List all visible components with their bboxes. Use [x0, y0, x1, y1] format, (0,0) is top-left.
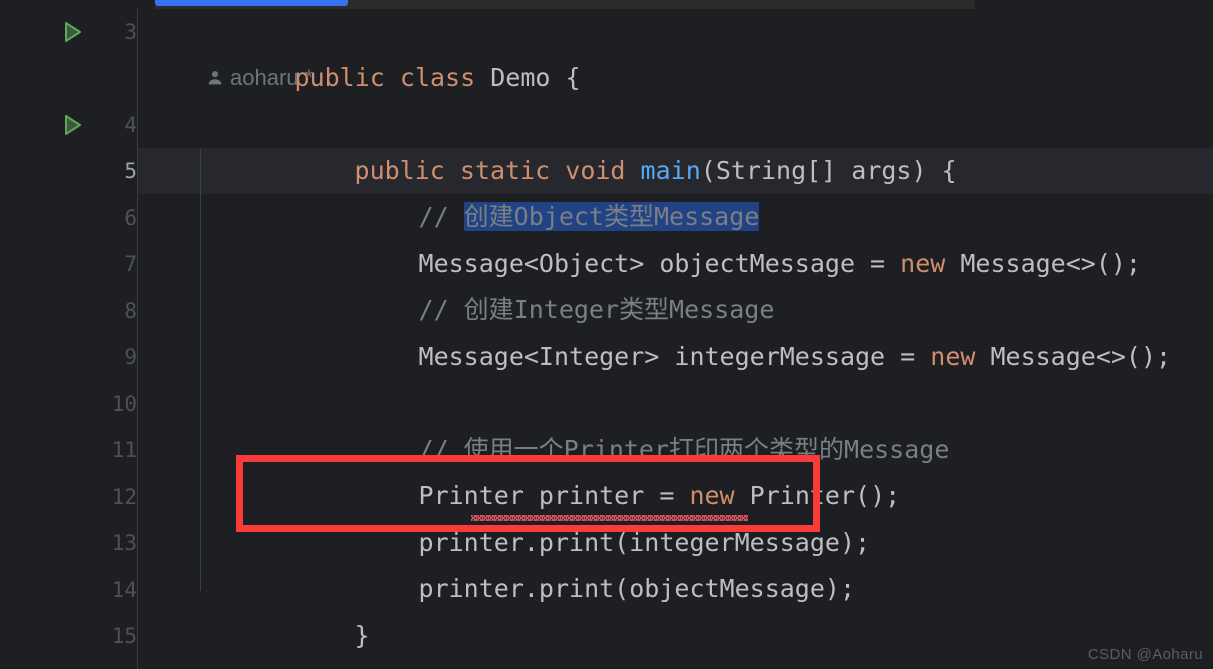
code-line[interactable]: // 使用一个Printer打印两个类型的Message — [138, 381, 1213, 464]
code-line[interactable]: // 创建Integer类型Message — [138, 241, 1213, 324]
line-number: 8 — [124, 299, 137, 323]
code-line[interactable] — [138, 334, 1213, 380]
line-number: 5 — [124, 159, 137, 183]
code-author-label: aoharu * — [230, 65, 314, 90]
ide-editor-window: 3 4 5 6 7 8 9 10 11 12 13 14 15 public c… — [0, 0, 1213, 669]
person-icon — [206, 57, 224, 103]
code-line[interactable]: } — [138, 567, 1213, 650]
code-line[interactable]: public static void main(String[] args) { — [138, 102, 1213, 185]
line-number: 9 — [124, 345, 137, 369]
run-gutter-icon[interactable] — [58, 18, 86, 46]
line-number: 13 — [111, 531, 137, 555]
code-line[interactable]: Message<Object> objectMessage = new Mess… — [138, 195, 1213, 278]
code-author-inlay[interactable]: aoharu * — [206, 55, 313, 101]
code-line[interactable]: } — [138, 613, 1213, 669]
line-number: 3 — [124, 20, 137, 44]
code-line[interactable]: Printer printer = new Printer(); — [138, 427, 1213, 510]
code-line[interactable]: // 创建Object类型Message — [138, 148, 1213, 231]
line-number: 6 — [124, 206, 137, 230]
line-number: 7 — [124, 252, 137, 276]
active-tab-indicator[interactable] — [155, 0, 348, 6]
editor-gutter[interactable]: 3 4 5 6 7 8 9 10 11 12 13 14 15 — [0, 9, 137, 669]
code-line[interactable]: public class Demo { — [138, 9, 1213, 92]
tab-strip-right-filler — [975, 0, 1213, 9]
run-gutter-icon[interactable] — [58, 111, 86, 139]
line-number: 14 — [111, 578, 137, 602]
line-number: 4 — [124, 113, 137, 137]
tab-strip-left-filler — [0, 0, 155, 9]
watermark-label: CSDN @Aoharu — [1087, 646, 1203, 663]
code-text-area[interactable]: public class Demo { aoharu * public stat… — [138, 9, 1213, 669]
code-author-inlay-row: aoharu * — [138, 55, 1213, 101]
code-line[interactable]: printer.print(objectMessage); — [138, 520, 1213, 603]
line-number: 10 — [111, 392, 137, 416]
code-line[interactable]: Message<Integer> integerMessage = new Me… — [138, 288, 1213, 371]
code-editor[interactable]: 3 4 5 6 7 8 9 10 11 12 13 14 15 public c… — [0, 9, 1213, 669]
line-number: 12 — [111, 485, 137, 509]
code-line[interactable]: printer.print(integerMessage); — [138, 474, 1213, 557]
line-number: 11 — [111, 438, 137, 462]
line-number: 15 — [111, 624, 137, 648]
editor-tab-strip — [0, 0, 1213, 9]
